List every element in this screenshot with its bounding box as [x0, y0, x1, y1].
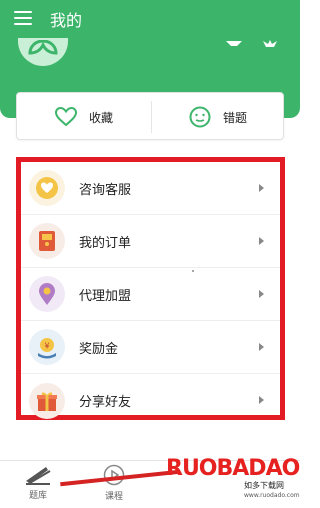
favorites-button[interactable]: 收藏 [17, 93, 151, 141]
chevron-right-icon [259, 237, 264, 245]
nav-label: 题库 [28, 491, 47, 501]
nav-label: 课程 [104, 492, 123, 502]
menu-item-label: 分享好友 [79, 395, 132, 410]
money-bag-icon: ¥ [29, 329, 65, 365]
menu-item-label: 奖励金 [79, 341, 119, 357]
menu-item-label: 代理加盟 [79, 288, 132, 304]
question-bank-icon [26, 467, 51, 485]
menu-item-agent-join[interactable]: 代理加盟 [21, 268, 280, 321]
page-title: 我的 [50, 11, 83, 30]
menu-item-share-friends[interactable]: 分享好友 [21, 374, 280, 427]
smiley-icon [189, 106, 211, 128]
chevron-right-icon [259, 396, 264, 404]
quick-actions-card: 收藏 错题 [16, 92, 284, 140]
nav-question-bank[interactable]: 题库 [8, 461, 68, 508]
stray-dot [192, 270, 194, 272]
message-icon[interactable] [225, 39, 243, 49]
wrong-questions-button[interactable]: 错题 [151, 93, 285, 141]
settings-icon[interactable] [261, 39, 279, 49]
watermark-url: www.ruodado.com [244, 492, 300, 499]
heart-icon [54, 107, 77, 127]
nav-courses[interactable]: 课程 [84, 461, 144, 508]
hamburger-menu-icon[interactable] [14, 11, 32, 25]
menu-item-label: 我的订单 [79, 235, 132, 251]
wrong-questions-label: 错题 [222, 110, 247, 125]
top-bar: 我的 [0, 0, 300, 36]
watermark-brand: RUOBADAO [166, 456, 300, 481]
menu-item-bonus[interactable]: ¥ 奖励金 [21, 321, 280, 374]
chevron-right-icon [259, 343, 264, 351]
location-pin-icon [29, 276, 65, 312]
order-envelope-icon [29, 223, 65, 259]
heart-chat-icon [29, 170, 65, 206]
gift-box-icon [29, 382, 65, 419]
svg-text:¥: ¥ [44, 342, 49, 351]
menu-item-my-orders[interactable]: 我的订单 [21, 215, 280, 268]
menu-item-customer-service[interactable]: 咨询客服 [21, 162, 280, 215]
menu-list: 咨询客服 我的订单 代理加盟 ¥ 奖励金 分享好友 [16, 157, 285, 420]
menu-item-label: 咨询客服 [79, 182, 132, 198]
chevron-right-icon [259, 290, 264, 298]
watermark-slogan: 如多下载网 [244, 481, 284, 490]
chevron-right-icon [259, 184, 264, 192]
watermark-logo: RUOBADAO 如多下载网 www.ruodado.com [166, 454, 300, 502]
favorites-label: 收藏 [88, 110, 113, 125]
